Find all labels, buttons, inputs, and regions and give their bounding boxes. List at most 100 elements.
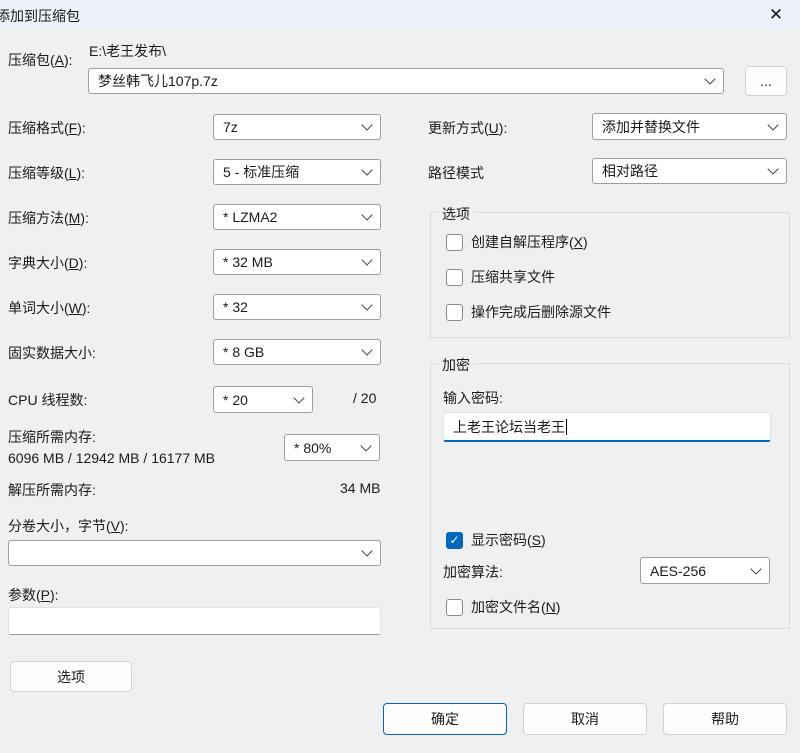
memory-compress-detail: 6096 MB / 12942 MB / 16177 MB <box>8 450 215 466</box>
combobox-value: * 32 MB <box>223 254 273 270</box>
method-combobox[interactable]: * LZMA2 <box>213 204 381 230</box>
chevron-down-icon <box>361 119 372 130</box>
combobox-value: 5 - 标准压缩 <box>223 162 299 182</box>
combobox-value: * LZMA2 <box>223 209 277 225</box>
label-mnemonic: S <box>532 532 541 548</box>
cpu-threads-max: / 20 <box>353 390 376 406</box>
combobox-value: 相对路径 <box>602 161 658 181</box>
cancel-button-label: 取消 <box>571 709 599 729</box>
label-part: 压缩格式( <box>8 120 69 136</box>
window-title: 添加到压缩包 <box>0 6 80 26</box>
label-part: ): <box>77 120 86 136</box>
label-part: 单词大小( <box>8 300 69 316</box>
label-mnemonic: A <box>55 52 64 68</box>
help-button[interactable]: 帮助 <box>663 703 787 735</box>
cancel-button[interactable]: 取消 <box>523 703 647 735</box>
format-combobox[interactable]: 7z <box>213 114 381 140</box>
archive-name-combobox[interactable]: 梦丝韩飞儿107p.7z <box>88 68 724 94</box>
parameters-input[interactable] <box>8 607 381 635</box>
solid-block-size-label: 固实数据大小: <box>8 343 96 363</box>
chevron-down-icon <box>361 545 372 556</box>
checkbox-box <box>446 304 463 321</box>
title-bar: 添加到压缩包 ✕ <box>0 0 800 30</box>
chevron-down-icon <box>293 392 304 403</box>
memory-decompress-value: 34 MB <box>340 480 380 496</box>
password-input[interactable]: 上老王论坛当老王 <box>443 412 771 442</box>
archive-label: 压缩包(A): <box>8 50 73 70</box>
volume-size-label: 分卷大小，字节(V): <box>8 516 129 536</box>
chevron-down-icon <box>704 73 715 84</box>
label-part: ): <box>50 587 59 603</box>
memory-usage-combobox[interactable]: * 80% <box>284 434 380 461</box>
checkbox-label: 加密文件名(N) <box>471 597 560 617</box>
chevron-down-icon <box>767 119 778 130</box>
checkbox-box <box>446 269 463 286</box>
encryption-group-legend: 加密 <box>438 355 474 375</box>
label-part: ): <box>80 210 89 226</box>
label-part: ) <box>541 532 546 548</box>
parameters-label: 参数(P): <box>8 585 59 605</box>
encryption-method-combobox[interactable]: AES-256 <box>640 557 770 584</box>
chevron-down-icon <box>361 344 372 355</box>
label-part: 分卷大小，字节( <box>8 518 111 534</box>
label-part: 创建自解压程序( <box>471 234 574 250</box>
label-part: 更新方式( <box>428 120 489 136</box>
memory-decompress-label: 解压所需内存: <box>8 480 96 500</box>
create-sfx-checkbox[interactable]: 创建自解压程序(X) <box>446 232 588 252</box>
delete-after-checkbox[interactable]: 操作完成后删除源文件 <box>446 302 611 322</box>
label-part: 加密文件名( <box>471 599 546 615</box>
options-button-label: 选项 <box>57 667 85 687</box>
combobox-value: 添加并替换文件 <box>602 117 700 137</box>
level-combobox[interactable]: 5 - 标准压缩 <box>213 159 381 185</box>
label-part: 压缩等级( <box>8 165 69 181</box>
label-part: 压缩方法( <box>8 210 69 226</box>
label-part: ) <box>556 599 561 615</box>
label-part: ): <box>82 300 91 316</box>
password-label: 输入密码: <box>443 388 503 408</box>
label-part: 显示密码( <box>471 532 532 548</box>
label-part: 参数( <box>8 587 41 603</box>
label-part: ): <box>76 165 85 181</box>
label-mnemonic: W <box>69 300 82 316</box>
combobox-value: 梦丝韩飞儿107p.7z <box>98 71 218 91</box>
show-password-checkbox[interactable]: ✓ 显示密码(S) <box>446 530 546 550</box>
checkbox-label: 显示密码(S) <box>471 530 546 550</box>
label-mnemonic: V <box>111 518 120 534</box>
label-mnemonic: U <box>489 120 499 136</box>
encrypt-filenames-checkbox[interactable]: 加密文件名(N) <box>446 597 560 617</box>
add-to-archive-dialog: 添加到压缩包 ✕ 压缩包(A): E:\老王发布\ 梦丝韩飞儿107p.7z .… <box>0 0 800 753</box>
compress-shared-checkbox[interactable]: 压缩共享文件 <box>446 267 555 287</box>
chevron-down-icon <box>361 209 372 220</box>
level-label: 压缩等级(L): <box>8 163 85 183</box>
close-button[interactable]: ✕ <box>762 2 790 28</box>
label-part: ): <box>120 518 129 534</box>
solid-block-size-combobox[interactable]: * 8 GB <box>213 339 381 365</box>
label-part: ) <box>583 234 588 250</box>
browse-button[interactable]: ... <box>745 66 787 96</box>
chevron-down-icon <box>361 299 372 310</box>
volume-size-combobox[interactable] <box>8 540 381 566</box>
chevron-down-icon <box>361 164 372 175</box>
word-size-combobox[interactable]: * 32 <box>213 294 381 320</box>
memory-compress-label: 压缩所需内存: <box>8 427 96 447</box>
combobox-value: * 20 <box>223 392 248 408</box>
combobox-value: * 32 <box>223 299 248 315</box>
label-mnemonic: F <box>69 120 78 136</box>
ok-button[interactable]: 确定 <box>383 703 507 735</box>
label-mnemonic: D <box>69 255 79 271</box>
options-group-legend: 选项 <box>438 204 474 224</box>
chevron-down-icon <box>750 563 761 574</box>
path-mode-label: 路径模式 <box>428 163 484 183</box>
check-icon: ✓ <box>449 533 459 547</box>
checkbox-box <box>446 599 463 616</box>
path-mode-combobox[interactable]: 相对路径 <box>592 158 787 184</box>
chevron-down-icon <box>361 254 372 265</box>
options-button[interactable]: 选项 <box>10 661 132 692</box>
encryption-method-label: 加密算法: <box>443 562 503 582</box>
update-mode-combobox[interactable]: 添加并替换文件 <box>592 113 787 140</box>
cpu-threads-combobox[interactable]: * 20 <box>213 386 313 413</box>
help-button-label: 帮助 <box>711 709 739 729</box>
combobox-value: * 8 GB <box>223 344 264 360</box>
archive-dir-path: E:\老王发布\ <box>89 41 166 61</box>
dictionary-size-combobox[interactable]: * 32 MB <box>213 249 381 275</box>
